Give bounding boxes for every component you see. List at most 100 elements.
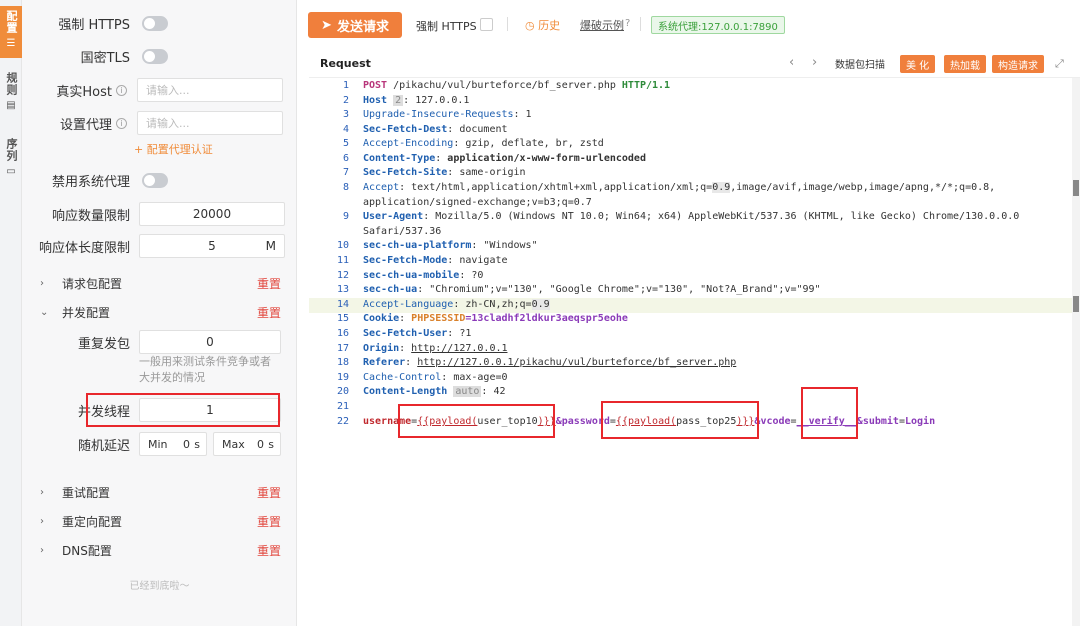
build-request-button[interactable]: 构造请求: [992, 55, 1044, 73]
info-icon[interactable]: i: [116, 84, 127, 96]
real-host-label: 真实Host: [56, 84, 112, 100]
code-line: Cookie: PHPSESSID=13cladhf2ldkur3aeqspr5…: [363, 313, 628, 324]
delay-min-input[interactable]: Min 0 s: [139, 432, 207, 456]
line-number: 19: [336, 372, 349, 383]
info-icon[interactable]: i: [116, 117, 127, 129]
line-number: 4: [342, 124, 349, 135]
history-label: 历史: [538, 19, 561, 32]
send-request-label: 发送请求: [336, 19, 389, 35]
line-number: 16: [336, 328, 349, 339]
history-button[interactable]: ◷ 历史: [525, 17, 560, 33]
request-header: Request ‹ › 数据包扫描 美 化 热加载 构造请求 ⤢: [309, 50, 1080, 78]
next-button[interactable]: ›: [812, 55, 817, 70]
force-https-check-label: 强制 HTTPS: [416, 20, 477, 33]
resp-count-label: 响应数量限制: [51, 208, 130, 224]
section-retry[interactable]: › 重试配置 重置: [22, 479, 297, 505]
reset-button[interactable]: 重置: [257, 513, 281, 530]
resp-count-input[interactable]: 20000: [139, 202, 285, 226]
resp-len-value: 5: [208, 239, 216, 253]
max-unit: s: [268, 437, 274, 451]
section-reqpkg[interactable]: › 请求包配置 重置: [22, 270, 297, 296]
line-number: 20: [336, 386, 349, 397]
chevron-right-icon: ›: [40, 544, 44, 556]
section-concurrency[interactable]: ⌄ 并发配置 重置: [22, 299, 297, 325]
tab-rules[interactable]: 规则 ▤: [0, 72, 22, 122]
line-number: 9: [342, 211, 349, 222]
code-line: sec-ch-ua: "Chromium";v="130", "Google C…: [363, 284, 821, 295]
beautify-button[interactable]: 美 化: [900, 55, 936, 73]
reset-button[interactable]: 重置: [257, 304, 281, 321]
annotation-box: [801, 387, 858, 439]
force-https-label: 强制 HTTPS: [58, 17, 130, 33]
scrollbar-thumb[interactable]: [1073, 180, 1079, 196]
end-of-list-text: 已经到底啦～: [129, 581, 190, 592]
section-dns-title: DNS配置: [62, 543, 112, 558]
resp-len-unit: M: [265, 239, 276, 253]
delay-label: 随机延迟: [77, 438, 130, 454]
repeat-row: 重复发包 0: [22, 328, 297, 356]
editor-scrollbar[interactable]: [1072, 78, 1080, 626]
tab-sequence[interactable]: 序列 ▭: [0, 138, 22, 188]
line-number: 15: [336, 313, 349, 324]
line-number: 2: [342, 95, 349, 106]
request-editor[interactable]: 1 2 3 4 5 6 7 8 9 10 11 12 13 14 15 16 17 18 19 20 21 22 POST…: [309, 78, 1072, 626]
line-number: 6: [342, 153, 349, 164]
gm-tls-label: 国密TLS: [80, 50, 130, 66]
line-number: 13: [336, 284, 349, 295]
divider: [507, 17, 508, 31]
reset-button[interactable]: 重置: [257, 484, 281, 501]
reset-button[interactable]: 重置: [257, 275, 281, 292]
disable-sys-proxy-toggle[interactable]: [142, 172, 168, 188]
annotation-box: [398, 404, 555, 438]
top-toolbar: ➤ 发送请求 强制 HTTPS ◷ 历史 爆破示例 ? 系统代理:127.0.0…: [297, 0, 1080, 48]
disable-sys-proxy-label: 禁用系统代理: [51, 174, 130, 190]
proxy-auth-link[interactable]: + 配置代理认证: [134, 141, 213, 157]
force-https-toggle[interactable]: [142, 15, 168, 31]
system-proxy-tag: 系统代理:127.0.0.1:7890: [651, 16, 785, 34]
section-reqpkg-title: 请求包配置: [62, 276, 123, 291]
help-icon[interactable]: ?: [625, 18, 630, 29]
line-number: 11: [336, 255, 349, 266]
resp-count-row: 响应数量限制 20000: [22, 200, 297, 228]
delay-row: 随机延迟 Min 0 s Max 0 s: [22, 430, 297, 458]
min-unit: s: [194, 437, 200, 451]
section-dns[interactable]: › DNS配置 重置: [22, 537, 297, 563]
line-number: 17: [336, 343, 349, 354]
request-title: Request: [320, 57, 371, 70]
delay-max-input[interactable]: Max 0 s: [213, 432, 281, 456]
line-number: 21: [336, 401, 349, 412]
code-line: Sec-Fetch-Dest: document: [363, 124, 508, 135]
hot-load-button[interactable]: 热加载: [944, 55, 986, 73]
proxy-input[interactable]: 请输入...: [137, 111, 283, 135]
send-request-button[interactable]: ➤ 发送请求: [308, 12, 402, 38]
packet-scan-button[interactable]: 数据包扫描: [835, 56, 885, 71]
blast-example-link[interactable]: 爆破示例: [580, 17, 624, 33]
force-https-checkbox[interactable]: [480, 18, 493, 31]
code-line: Origin: http://127.0.0.1: [363, 343, 508, 354]
repeat-input[interactable]: 0: [139, 330, 281, 354]
tab-config[interactable]: 配置 ☰: [0, 6, 22, 58]
line-number: 8: [342, 182, 349, 193]
force-https-row: 强制 HTTPS: [22, 9, 297, 37]
real-host-row: 真实Host i 请输入...: [22, 76, 297, 104]
min-value: 0: [183, 437, 190, 451]
expand-icon[interactable]: ⤢: [1055, 57, 1064, 71]
code-line: sec-ch-ua-platform: "Windows": [363, 240, 538, 251]
line-number: 3: [342, 109, 349, 120]
section-redirect[interactable]: › 重定向配置 重置: [22, 508, 297, 534]
prev-button[interactable]: ‹: [789, 55, 794, 70]
max-value: 0: [257, 437, 264, 451]
real-host-input[interactable]: 请输入...: [137, 78, 283, 102]
reset-button[interactable]: 重置: [257, 542, 281, 559]
code-line: Content-Type: application/x-www-form-url…: [363, 153, 646, 164]
sliders-icon: ☰: [6, 38, 16, 49]
resp-len-input[interactable]: 5 M: [139, 234, 285, 258]
send-icon: ➤: [321, 17, 332, 33]
code-line: Sec-Fetch-Mode: navigate: [363, 255, 508, 266]
code-line: Safari/537.36: [363, 226, 442, 237]
tab-sequence-label: 序列: [5, 138, 18, 162]
gm-tls-toggle[interactable]: [142, 48, 168, 64]
tab-config-label: 配置: [5, 10, 18, 34]
code-line: Content-Length auto: 42: [363, 386, 506, 397]
disable-sys-proxy-row: 禁用系统代理: [22, 166, 297, 194]
